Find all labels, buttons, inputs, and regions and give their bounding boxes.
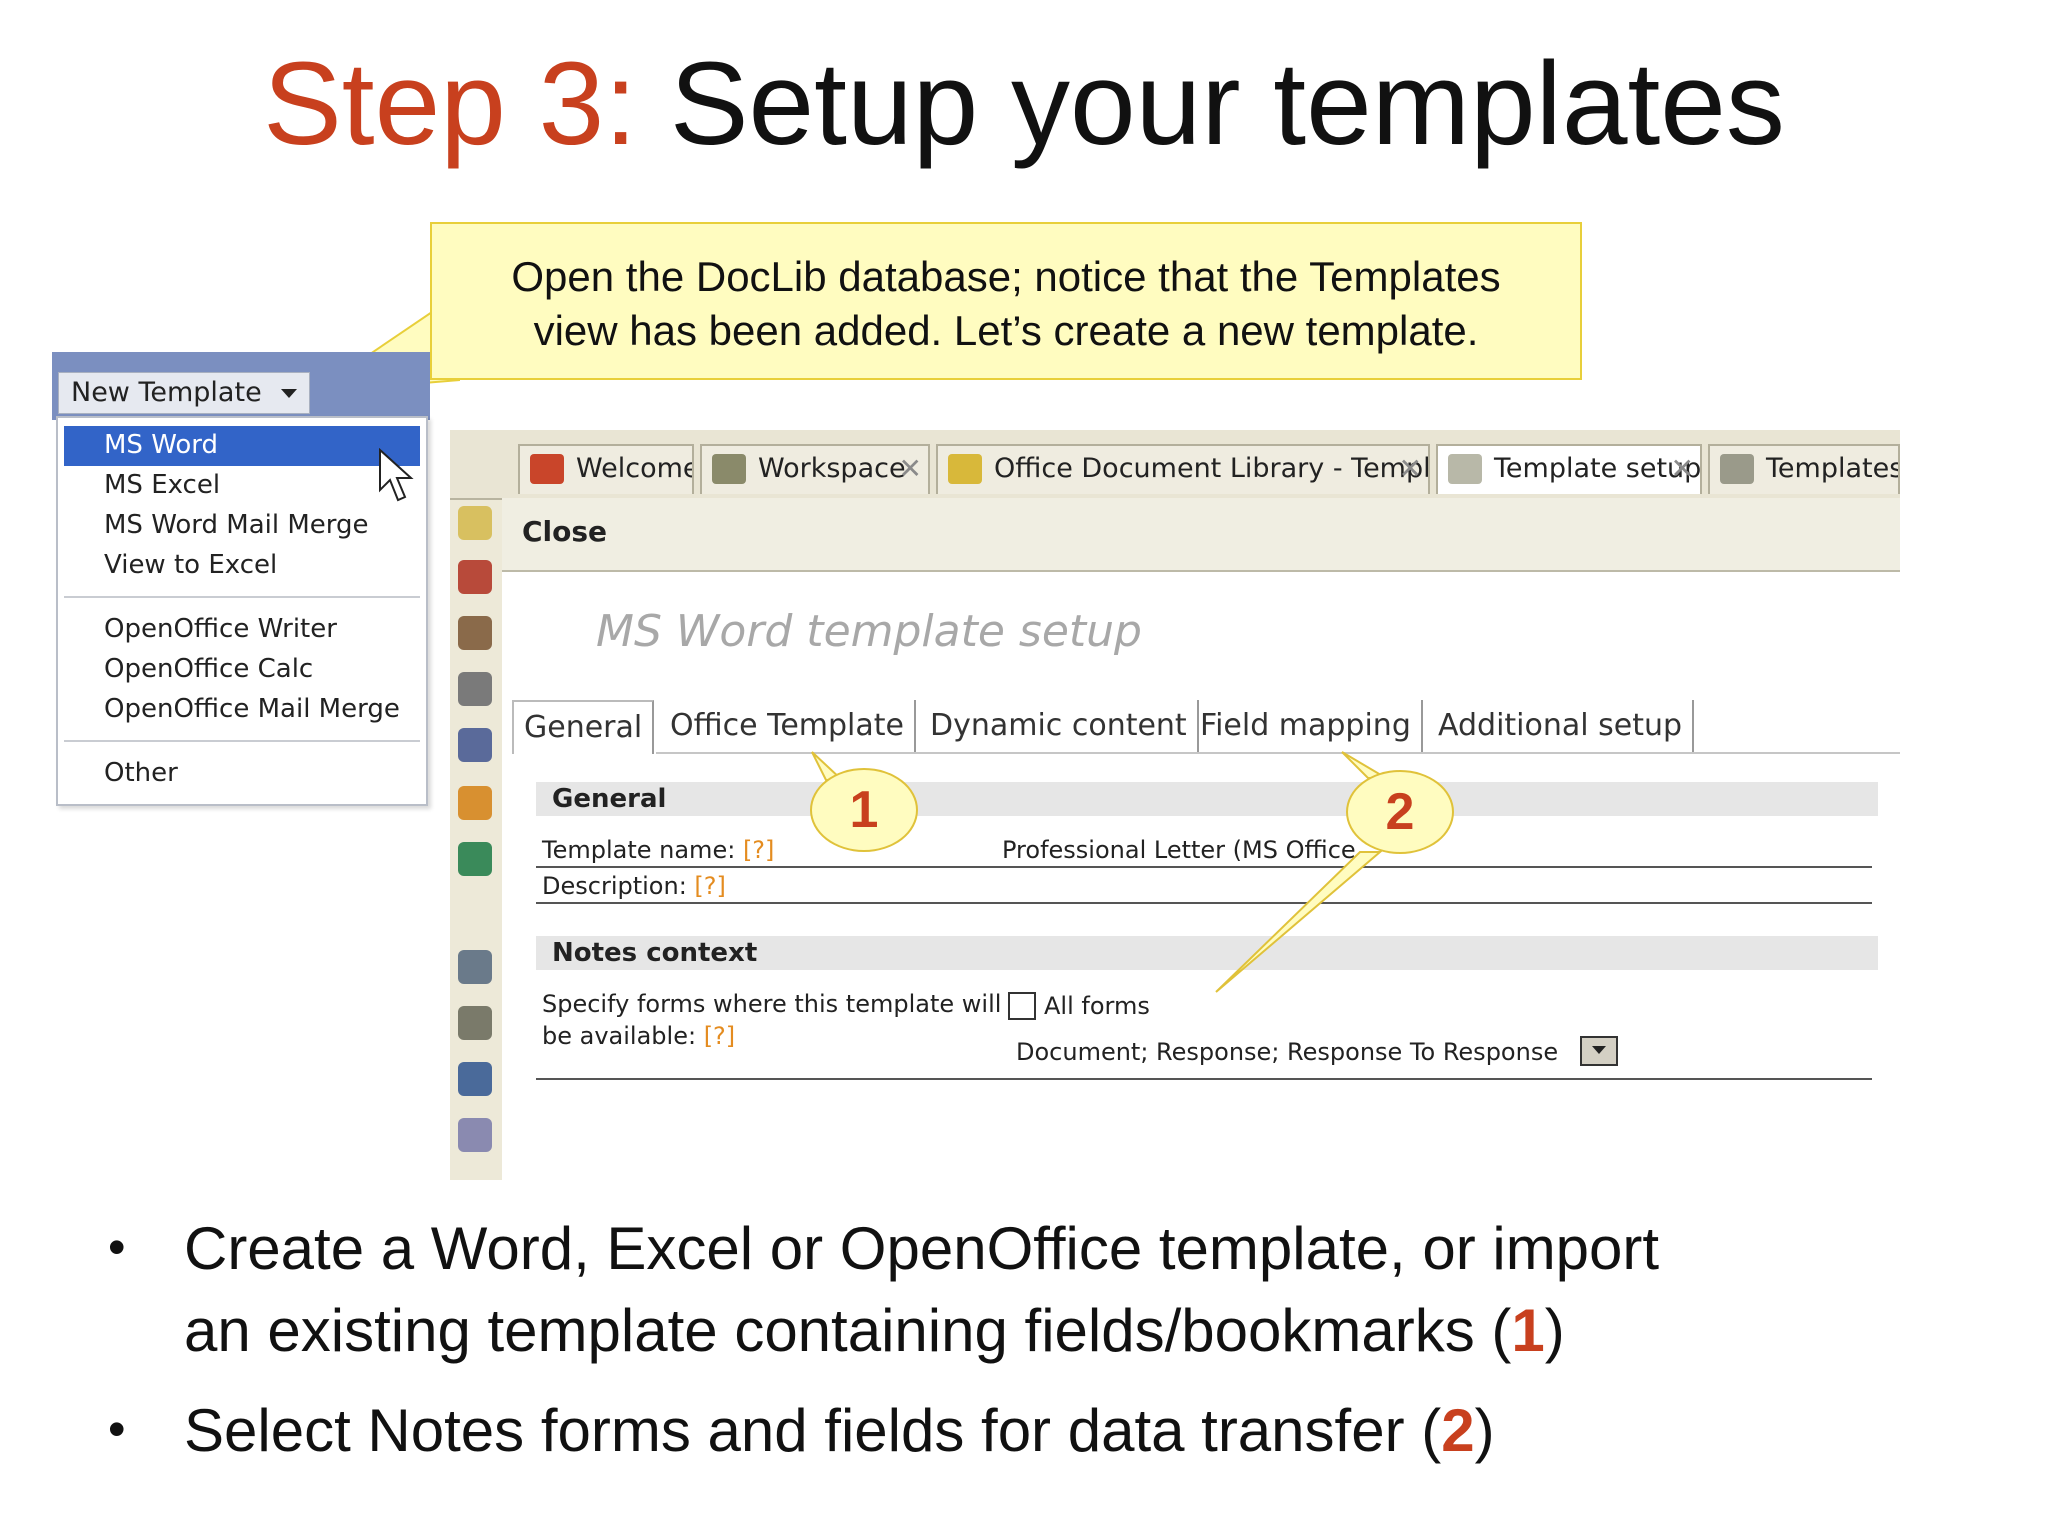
template-setup-icon xyxy=(1448,454,1482,484)
chevron-down-icon xyxy=(281,389,297,398)
close-button[interactable]: Close xyxy=(522,512,607,552)
database-icon[interactable] xyxy=(458,950,492,984)
library-icon xyxy=(948,454,982,484)
templates-icon xyxy=(1720,454,1754,484)
tab-label: Workspace xyxy=(758,453,906,484)
callout-line-1: Open the DocLib database; notice that th… xyxy=(511,253,1501,300)
ref-1: 1 xyxy=(1511,1297,1545,1364)
forms-dropdown-button[interactable] xyxy=(1580,1036,1618,1066)
mail-icon[interactable] xyxy=(458,506,492,540)
callout-line-2: view has been added. Let’s create a new … xyxy=(533,307,1479,354)
tab-office-document-library[interactable]: Office Document Library - Templ... ✕ xyxy=(936,444,1430,494)
form-tab-general[interactable]: General xyxy=(512,700,655,754)
all-forms-label: All forms xyxy=(1044,992,1150,1020)
callout-bubble-1: 1 xyxy=(810,768,918,852)
activities-icon[interactable] xyxy=(458,842,492,876)
notebook-icon[interactable] xyxy=(458,728,492,762)
tab-label: Templates xyxy=(1766,453,1900,484)
title-step: Step 3: xyxy=(263,38,638,170)
help-link[interactable]: [?] xyxy=(704,1022,735,1050)
tab-label: Welcome xyxy=(576,453,694,484)
workspace-icon[interactable] xyxy=(458,1006,492,1040)
menu-separator xyxy=(64,740,420,742)
description-label: Description: [?] xyxy=(542,872,726,900)
all-forms-checkbox[interactable] xyxy=(1008,992,1036,1020)
forms-field[interactable]: Document; Response; Response To Response xyxy=(1016,1036,1576,1068)
new-template-button[interactable]: New Template xyxy=(58,372,310,414)
close-icon[interactable]: ✕ xyxy=(899,446,922,492)
close-icon[interactable]: ✕ xyxy=(1671,446,1694,492)
tab-label: Office Document Library - Templ... xyxy=(994,453,1430,484)
menu-separator xyxy=(64,596,420,598)
menu-item-ms-word[interactable]: MS Word xyxy=(104,426,218,464)
tab-templates[interactable]: Templates xyxy=(1708,444,1900,494)
replication-icon[interactable] xyxy=(458,1062,492,1096)
slide-title: Step 3: Setup your templates xyxy=(0,40,2048,168)
field-divider xyxy=(536,902,1872,904)
grid-icon[interactable] xyxy=(458,1118,492,1152)
tab-template-setup[interactable]: Template setup ✕ xyxy=(1436,444,1702,494)
template-name-label: Template name: [?] xyxy=(542,836,775,864)
template-name-field[interactable]: Professional Letter (MS Office xyxy=(1002,834,1382,866)
close-icon[interactable]: ✕ xyxy=(1399,446,1422,492)
tab-underline xyxy=(656,752,1900,754)
bullet-1: Create a Word, Excel or OpenOffice templ… xyxy=(184,1215,1660,1364)
bullet-marker: • xyxy=(108,1219,126,1275)
form-heading: MS Word template setup xyxy=(596,606,1142,657)
mouse-pointer-icon xyxy=(379,448,414,502)
description-field[interactable] xyxy=(1002,870,1042,900)
contacts-icon[interactable] xyxy=(458,616,492,650)
tab-welcome[interactable]: Welcome xyxy=(518,444,694,494)
field-divider xyxy=(536,1078,1872,1080)
field-divider xyxy=(536,866,1872,868)
action-bar xyxy=(502,498,1900,572)
workspace-icon xyxy=(712,454,746,484)
section-general: General xyxy=(536,782,1878,816)
menu-item-openoffice-writer[interactable]: OpenOffice Writer xyxy=(104,610,337,648)
section-notes-context: Notes context xyxy=(536,936,1878,970)
menu-item-openoffice-mail-merge[interactable]: OpenOffice Mail Merge xyxy=(104,690,400,728)
menu-item-openoffice-calc[interactable]: OpenOffice Calc xyxy=(104,650,313,688)
new-template-label: New Template xyxy=(71,377,262,408)
instruction-callout: Open the DocLib database; notice that th… xyxy=(430,222,1582,380)
home-icon xyxy=(530,454,564,484)
help-link[interactable]: [?] xyxy=(743,836,774,864)
tab-workspace[interactable]: Workspace ✕ xyxy=(700,444,930,494)
help-link[interactable]: [?] xyxy=(694,872,725,900)
forms-label: Specify forms where this template will b… xyxy=(542,990,1002,1050)
menu-item-other[interactable]: Other xyxy=(104,754,178,792)
bullet-2: Select Notes forms and fields for data t… xyxy=(184,1397,1495,1464)
form-tab-field-mapping[interactable]: Field mapping xyxy=(1190,700,1423,752)
new-template-menu: MS Word MS Excel MS Word Mail Merge View… xyxy=(56,416,428,806)
ref-2: 2 xyxy=(1441,1397,1475,1464)
form-tab-dynamic-content[interactable]: Dynamic content xyxy=(920,700,1199,752)
sametime-icon[interactable] xyxy=(458,786,492,820)
form-tab-office-template[interactable]: Office Template xyxy=(660,700,916,752)
menu-item-ms-excel[interactable]: MS Excel xyxy=(104,466,220,504)
form-tab-additional-setup[interactable]: Additional setup xyxy=(1428,700,1695,752)
bullet-marker: • xyxy=(108,1401,126,1457)
callout-bubble-2: 2 xyxy=(1346,770,1454,854)
todo-icon[interactable] xyxy=(458,672,492,706)
menu-item-ms-word-mail-merge[interactable]: MS Word Mail Merge xyxy=(104,506,369,544)
title-text: Setup your templates xyxy=(669,38,1785,170)
chevron-down-icon xyxy=(1592,1046,1606,1054)
menu-item-view-to-excel[interactable]: View to Excel xyxy=(104,546,277,584)
calendar-icon[interactable] xyxy=(458,560,492,594)
